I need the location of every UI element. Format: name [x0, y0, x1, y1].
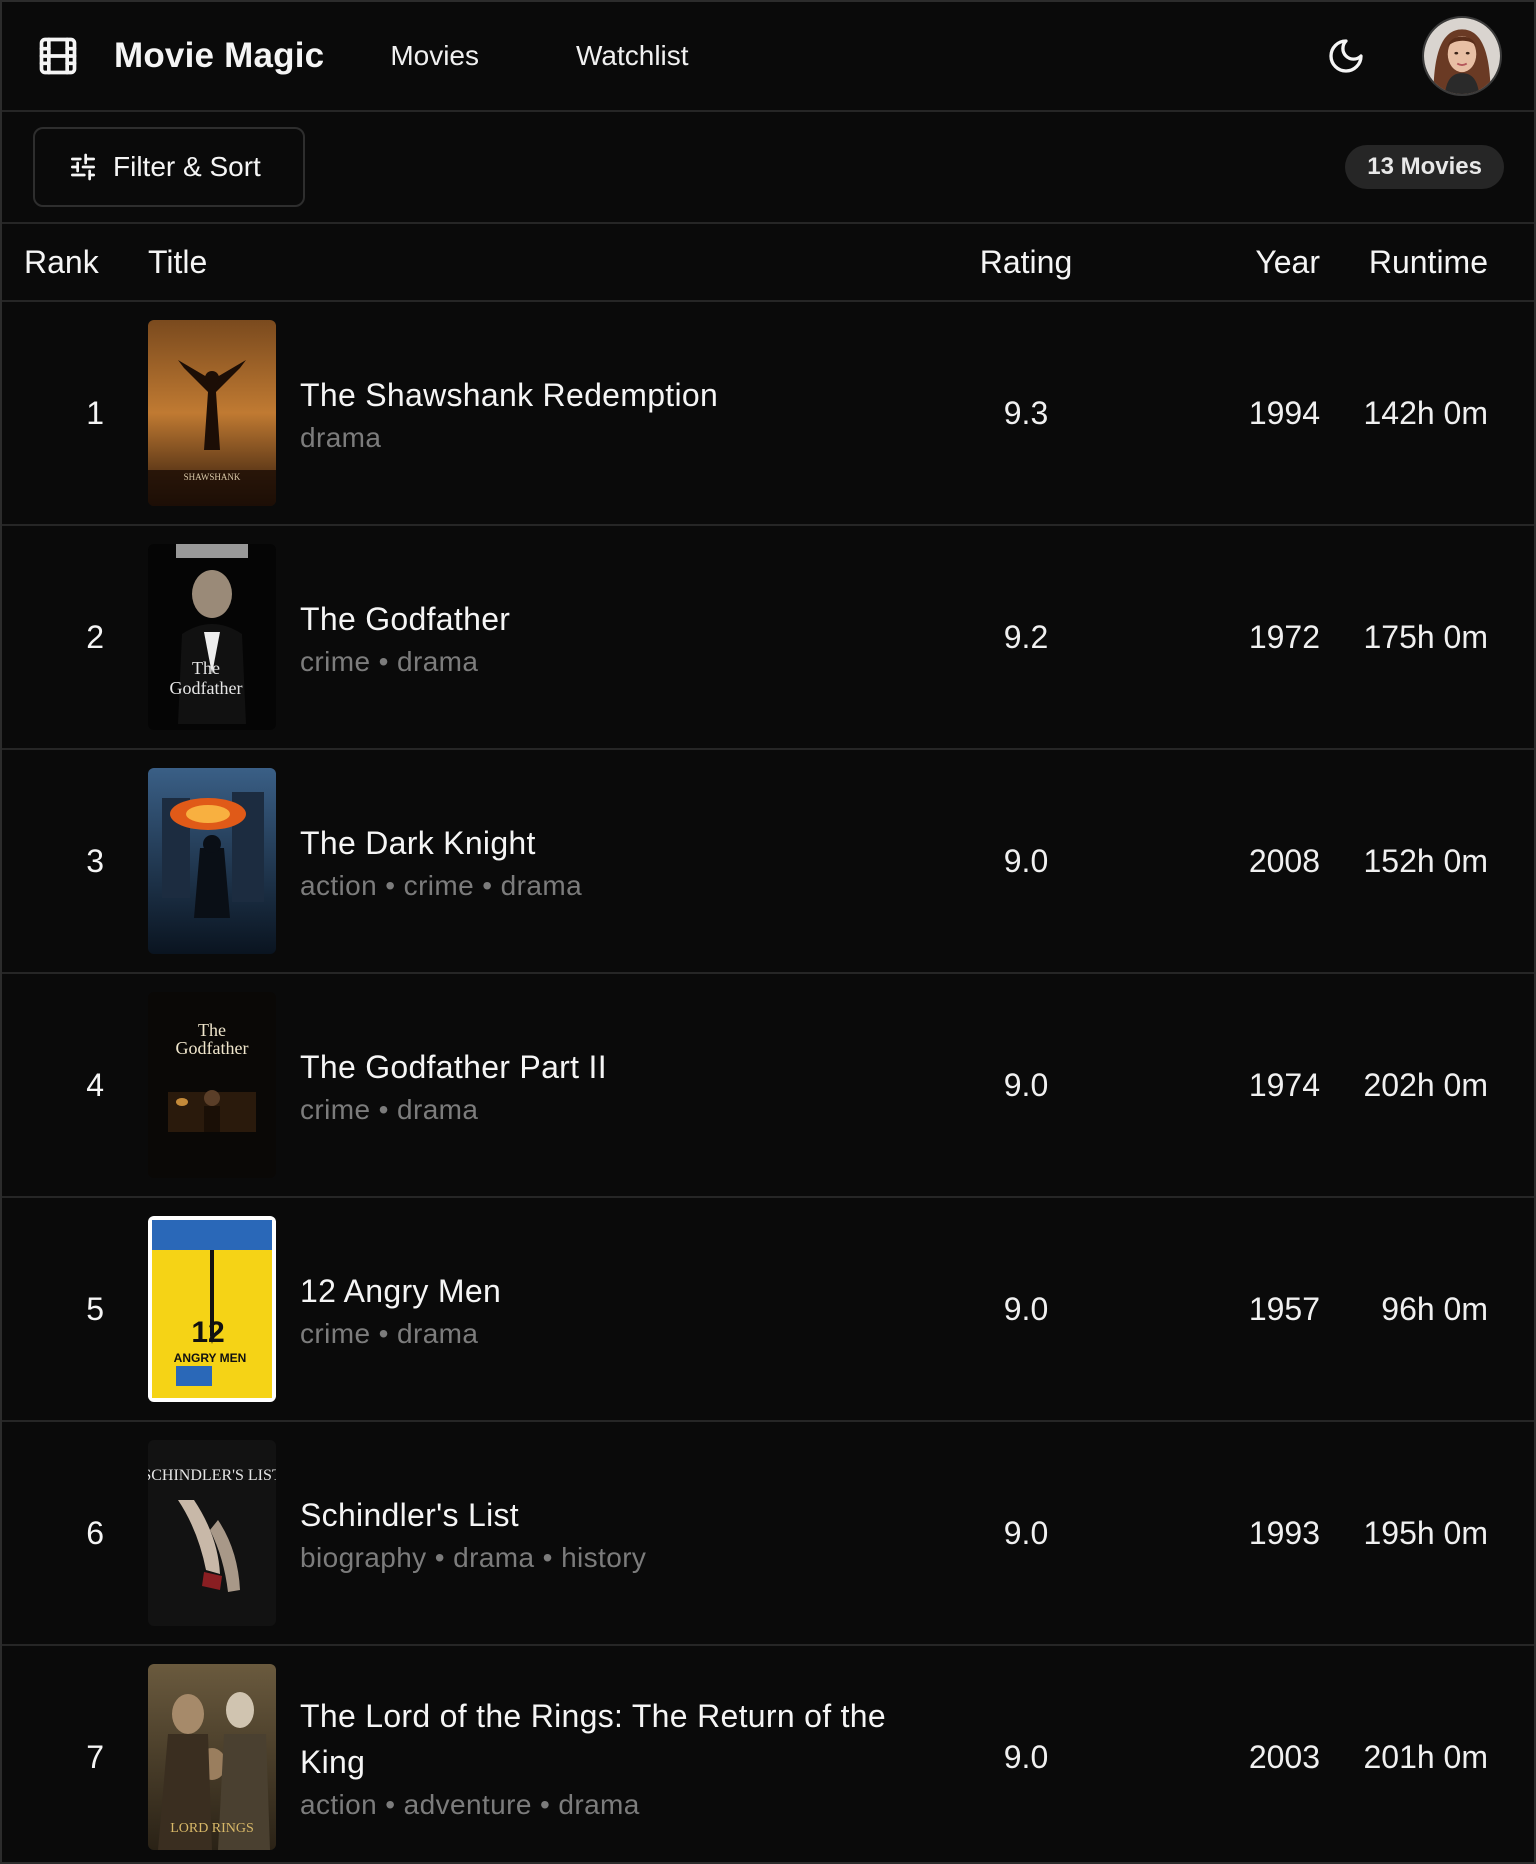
svg-text:LORD RINGS: LORD RINGS	[170, 1821, 254, 1836]
movie-genres: crime • drama	[300, 1094, 479, 1126]
movie-genres: drama	[300, 422, 382, 454]
rank-cell: 5	[86, 1290, 104, 1327]
poster-dark-knight[interactable]	[148, 768, 276, 954]
poster-12-angry-men[interactable]: 12 ANGRY MEN	[148, 1216, 276, 1402]
movie-genres: action • crime • drama	[300, 870, 583, 902]
movie-row[interactable]: 6 SCHINDLER'S LIST Schindler's List biog…	[2, 1422, 1534, 1646]
rating-cell: 9.0	[1003, 842, 1049, 879]
movie-row[interactable]: 2 The Godfather The Godfather crime • dr…	[2, 526, 1534, 750]
rating-cell: 9.0	[1003, 1290, 1049, 1327]
top-nav-bar: Movie Magic Movies Watchlist	[2, 2, 1534, 112]
column-header-rank[interactable]: Rank	[2, 244, 126, 281]
year-cell: 1994	[1248, 394, 1320, 431]
app-title[interactable]: Movie Magic	[114, 36, 324, 76]
movie-title[interactable]: The Godfather Part II	[300, 1044, 607, 1090]
movie-title[interactable]: The Dark Knight	[300, 820, 582, 866]
movie-title[interactable]: The Lord of the Rings: The Return of the…	[300, 1693, 932, 1786]
list-toolbar: Filter & Sort 13 Movies	[2, 112, 1534, 224]
poster-godfather[interactable]: The Godfather	[148, 544, 276, 730]
movie-genres: crime • drama	[300, 646, 479, 678]
column-header-title[interactable]: Title	[126, 244, 932, 281]
rating-cell: 9.0	[1003, 1738, 1049, 1775]
column-header-rating[interactable]: Rating	[932, 244, 1120, 281]
movie-genres: biography • drama • history	[300, 1542, 647, 1574]
year-cell: 1993	[1248, 1514, 1320, 1551]
movie-row[interactable]: 4 The Godfather The Godfather Part II cr…	[2, 974, 1534, 1198]
svg-text:SHAWSHANK: SHAWSHANK	[184, 472, 241, 482]
movie-row[interactable]: 1 SHAWSHANK The Shawshank Redemption dra…	[2, 302, 1534, 526]
rank-cell: 7	[86, 1738, 104, 1775]
user-avatar[interactable]	[1422, 16, 1502, 96]
rank-cell: 2	[86, 618, 104, 655]
movie-count-badge: 13 Movies	[1345, 145, 1504, 189]
year-cell: 1974	[1248, 1066, 1320, 1103]
rating-cell: 9.2	[1003, 618, 1049, 655]
svg-text:The: The	[198, 1020, 226, 1040]
rating-cell: 9.0	[1003, 1514, 1049, 1551]
movie-title[interactable]: The Shawshank Redemption	[300, 372, 718, 418]
movie-title[interactable]: Schindler's List	[300, 1492, 646, 1538]
nav-link-movies[interactable]: Movies	[390, 40, 479, 72]
runtime-cell: 202h 0m	[1363, 1066, 1488, 1103]
poster-godfather-2[interactable]: The Godfather	[148, 992, 276, 1178]
runtime-cell: 195h 0m	[1363, 1514, 1488, 1551]
runtime-cell: 175h 0m	[1363, 618, 1488, 655]
poster-shawshank[interactable]: SHAWSHANK	[148, 320, 276, 506]
movie-row[interactable]: 3 The Dark Knight action • crime • drama	[2, 750, 1534, 974]
rating-cell: 9.3	[1003, 394, 1049, 431]
svg-text:12: 12	[191, 1316, 224, 1349]
moon-icon[interactable]	[1326, 36, 1366, 76]
runtime-cell: 142h 0m	[1363, 394, 1488, 431]
poster-schindlers-list[interactable]: SCHINDLER'S LIST	[148, 1440, 276, 1626]
filter-sort-button[interactable]: Filter & Sort	[33, 127, 305, 207]
column-header-runtime[interactable]: Runtime	[1320, 244, 1510, 281]
movie-genres: crime • drama	[300, 1318, 479, 1350]
movie-title[interactable]: 12 Angry Men	[300, 1268, 501, 1314]
table-header: Rank Title Rating Year Runtime	[2, 224, 1534, 302]
rank-cell: 3	[86, 842, 104, 879]
year-cell: 2003	[1248, 1738, 1320, 1775]
runtime-cell: 152h 0m	[1363, 842, 1488, 879]
runtime-cell: 96h 0m	[1381, 1290, 1488, 1327]
movie-row[interactable]: 5 12 ANGRY MEN 12 Angry Men crime • dram…	[2, 1198, 1534, 1422]
svg-text:The: The	[192, 658, 220, 678]
poster-lotr-return-king[interactable]: LORD RINGS	[148, 1664, 276, 1850]
svg-text:Godfather: Godfather	[170, 678, 243, 698]
svg-text:ANGRY MEN: ANGRY MEN	[174, 1351, 247, 1365]
svg-text:Godfather: Godfather	[176, 1038, 249, 1058]
sliders-icon	[71, 153, 95, 181]
rating-cell: 9.0	[1003, 1066, 1049, 1103]
movie-title[interactable]: The Godfather	[300, 596, 510, 642]
year-cell: 2008	[1248, 842, 1320, 879]
year-cell: 1957	[1248, 1290, 1320, 1327]
film-icon[interactable]	[36, 34, 80, 78]
year-cell: 1972	[1248, 618, 1320, 655]
movie-genres: action • adventure • drama	[300, 1789, 640, 1821]
svg-text:SCHINDLER'S LIST: SCHINDLER'S LIST	[148, 1467, 276, 1484]
movie-row[interactable]: 7 LORD RINGS The Lord of the Rings: The …	[2, 1646, 1534, 1862]
filter-sort-label: Filter & Sort	[113, 151, 261, 182]
column-header-year[interactable]: Year	[1120, 244, 1320, 281]
rank-cell: 1	[86, 394, 104, 431]
runtime-cell: 201h 0m	[1363, 1738, 1488, 1775]
nav-link-watchlist[interactable]: Watchlist	[576, 40, 689, 72]
app-window: Movie Magic Movies Watchlist Filter & So…	[0, 0, 1536, 1864]
rank-cell: 6	[86, 1514, 104, 1551]
rank-cell: 4	[86, 1066, 104, 1103]
